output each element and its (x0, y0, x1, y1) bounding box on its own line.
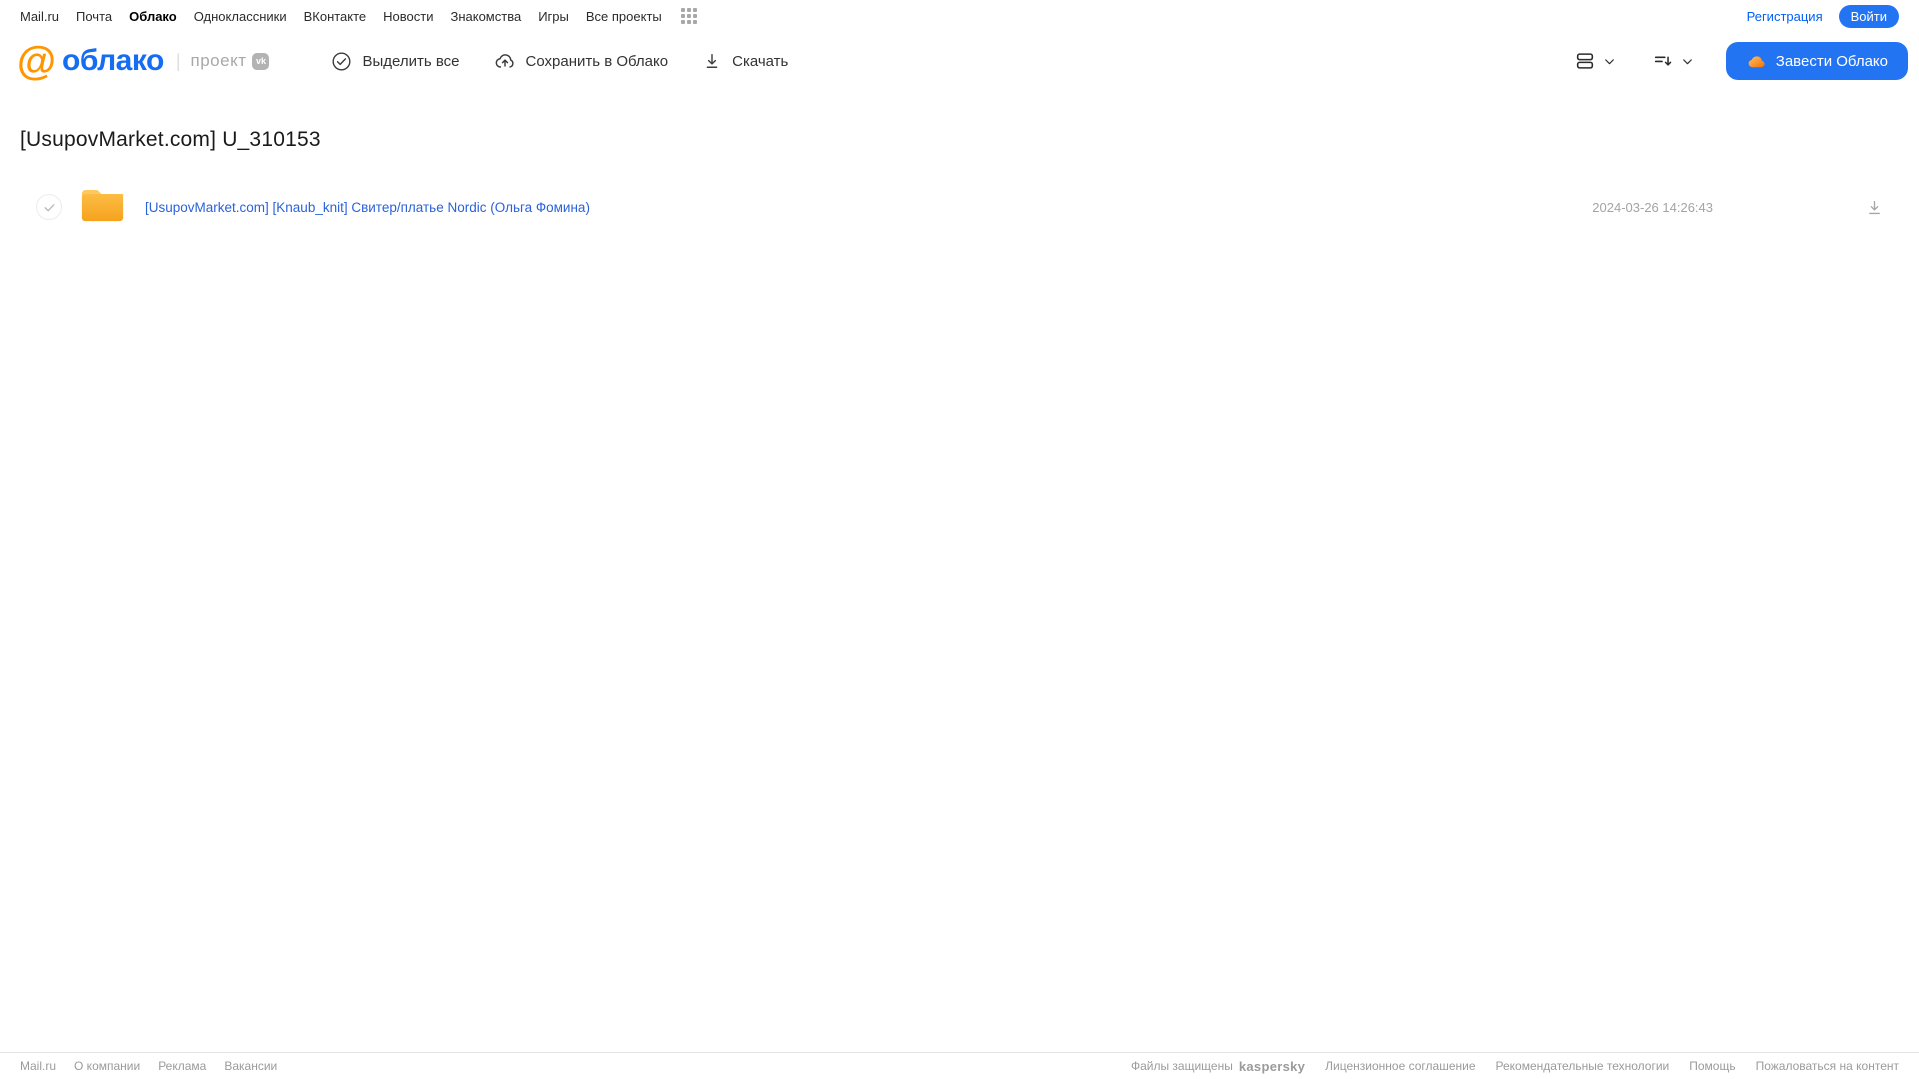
chevron-down-icon (1681, 55, 1694, 68)
registration-link[interactable]: Регистрация (1747, 9, 1823, 24)
footer-left-links: Mail.ru О компании Реклама Вакансии (20, 1059, 277, 1073)
portal-link-mailru[interactable]: Mail.ru (20, 9, 59, 24)
portal-link-oblako[interactable]: Облако (129, 9, 177, 24)
portal-nav: Mail.ru Почта Облако Одноклассники ВКонт… (0, 0, 1919, 32)
logo-wordmark: облако (62, 44, 164, 77)
portal-link-pochta[interactable]: Почта (76, 9, 112, 24)
download-button[interactable]: Скачать (702, 51, 788, 71)
row-download-icon[interactable] (1865, 198, 1884, 217)
view-mode-control[interactable] (1574, 50, 1616, 72)
save-to-cloud-button[interactable]: Сохранить в Облако (494, 50, 669, 72)
footer-link-help[interactable]: Помощь (1689, 1059, 1735, 1073)
check-icon (44, 203, 54, 211)
save-to-cloud-label: Сохранить в Облако (525, 52, 669, 70)
create-cloud-label: Завести Облако (1775, 52, 1888, 70)
cloud-upload-icon (494, 50, 516, 72)
mailru-at-icon: @ (17, 39, 57, 83)
list-view-icon (1574, 50, 1596, 72)
footer: Mail.ru О компании Реклама Вакансии Файл… (0, 1052, 1919, 1079)
file-row[interactable]: [UsupovMarket.com] [Knaub_knit] Свитер/п… (0, 185, 1919, 229)
logo-suffix: | проект vk (176, 51, 270, 72)
footer-right-links: Файлы защищены kaspersky Лицензионное со… (1131, 1059, 1899, 1074)
auth-area: Регистрация Войти (1747, 4, 1899, 28)
logo-divider: | (175, 50, 181, 71)
toolbar: Выделить все Сохранить в Облако Скачать (331, 50, 788, 72)
select-all-label: Выделить все (362, 52, 460, 70)
page-title: [UsupovMarket.com] U_310153 (20, 128, 321, 151)
portal-link-odnoklassniki[interactable]: Одноклассники (194, 9, 287, 24)
cloud-logo[interactable]: @ облако | проект vk (17, 39, 270, 83)
file-link[interactable]: [UsupovMarket.com] [Knaub_knit] Свитер/п… (145, 200, 1592, 215)
check-circle-icon (331, 51, 352, 72)
download-label: Скачать (732, 52, 789, 70)
main-content: [UsupovMarket.com] U_310153 [UsupovMarke… (0, 128, 1919, 229)
login-button[interactable]: Войти (1838, 4, 1899, 28)
sort-control[interactable] (1652, 50, 1694, 72)
create-cloud-button[interactable]: Завести Облако (1725, 42, 1908, 80)
header-controls: Завести Облако (1574, 42, 1908, 80)
folder-icon (80, 187, 125, 228)
portal-link-igry[interactable]: Игры (538, 9, 569, 24)
protected-label: Файлы защищены (1130, 1059, 1233, 1073)
cloud-logo-icon (1746, 51, 1767, 72)
sort-icon (1652, 50, 1674, 72)
apps-grid-icon[interactable] (680, 8, 697, 24)
footer-link-mailru[interactable]: Mail.ru (20, 1059, 56, 1073)
project-label: проект (190, 51, 247, 70)
portal-link-vkontakte[interactable]: ВКонтакте (304, 9, 367, 24)
chevron-down-icon (1603, 55, 1616, 68)
portal-link-znakomstva[interactable]: Знакомства (450, 9, 521, 24)
portal-link-novosti[interactable]: Новости (383, 9, 433, 24)
footer-link-license[interactable]: Лицензионное соглашение (1325, 1059, 1475, 1073)
footer-link-ads[interactable]: Реклама (158, 1059, 206, 1073)
select-all-button[interactable]: Выделить все (331, 51, 460, 72)
file-date: 2024-03-26 14:26:43 (1592, 199, 1713, 215)
header: @ облако | проект vk Выделить все Сохран… (0, 32, 1919, 90)
kaspersky-protection: Файлы защищены kaspersky (1131, 1059, 1305, 1074)
footer-link-jobs[interactable]: Вакансии (224, 1059, 277, 1073)
footer-link-about[interactable]: О компании (74, 1059, 140, 1073)
download-icon (702, 51, 722, 71)
kaspersky-logo[interactable]: kaspersky (1239, 1059, 1305, 1074)
portal-link-vse-proekty[interactable]: Все проекты (586, 9, 662, 24)
portal-links: Mail.ru Почта Облако Одноклассники ВКонт… (20, 8, 697, 24)
row-checkbox[interactable] (36, 194, 62, 220)
footer-link-report-content[interactable]: Пожаловаться на контент (1756, 1059, 1899, 1073)
footer-link-recommendation-tech[interactable]: Рекомендательные технологии (1496, 1059, 1670, 1073)
vk-icon: vk (252, 52, 270, 70)
